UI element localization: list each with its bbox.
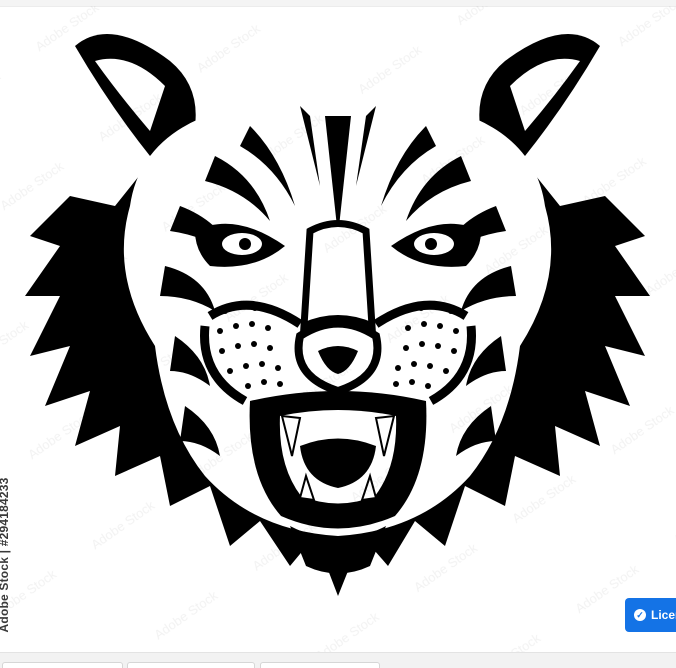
license-button-label: Licen — [651, 608, 676, 622]
image-viewer: Adobe Stock #294184233 ✓ Lice — [0, 0, 676, 668]
bottom-toolbar — [0, 652, 676, 668]
tiger-head-image: Adobe Stock — [0, 6, 676, 652]
bottom-tab-1[interactable] — [2, 662, 123, 668]
license-button[interactable]: ✓ Licen — [625, 598, 676, 632]
stock-id-label: Adobe Stock | #294184233 — [0, 477, 11, 633]
bottom-tab-3[interactable] — [260, 662, 380, 668]
check-circle-icon: ✓ — [634, 609, 646, 621]
bottom-tab-2[interactable] — [127, 662, 255, 668]
